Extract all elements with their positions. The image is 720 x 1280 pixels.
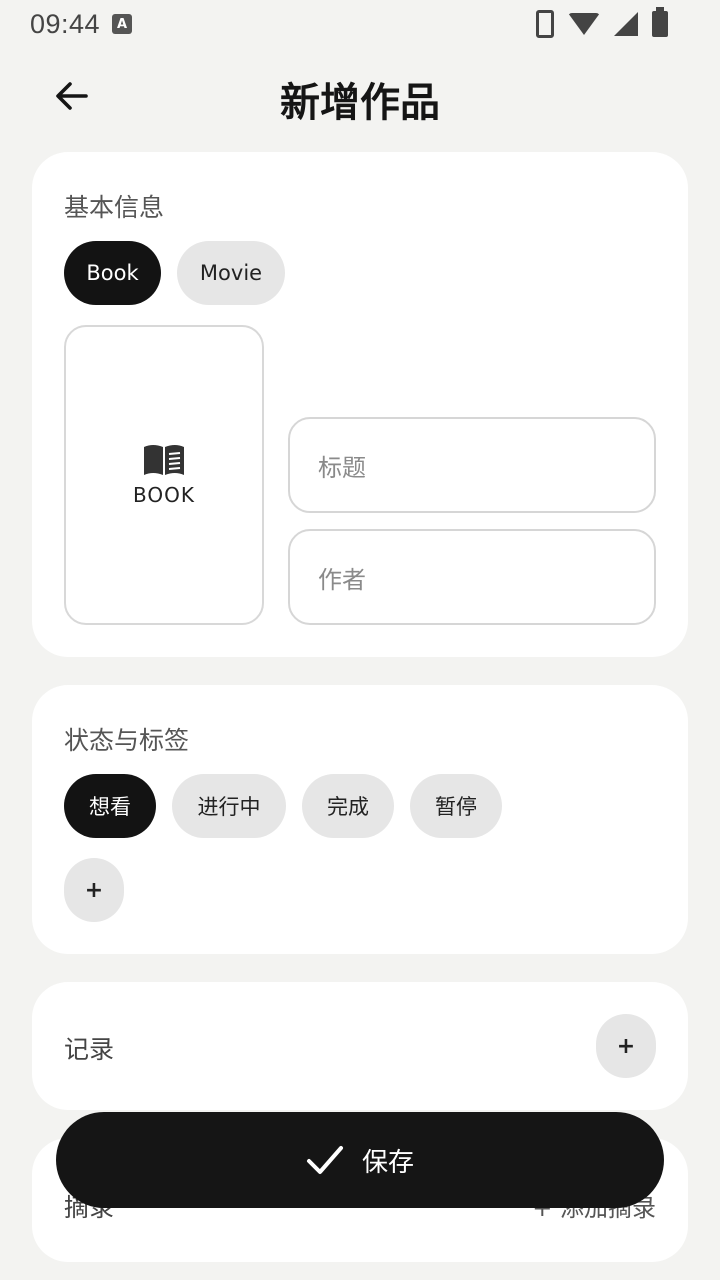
cover-picker[interactable]: BOOK [64,325,264,625]
status-chip-want[interactable]: 想看 [64,774,156,838]
status-chip-done[interactable]: 完成 [302,774,394,838]
save-button-label: 保存 [361,1147,414,1178]
check-icon [306,1146,343,1174]
basic-info-title: 基本信息 [64,193,165,222]
add-tag-button[interactable]: + [64,858,124,922]
title-input[interactable]: 标题 [288,417,656,513]
battery-charging-icon [652,7,668,37]
status-chip-in-progress[interactable]: 进行中 [172,774,286,838]
records-card: 记录 + [32,982,688,1110]
records-label: 记录 [64,1035,115,1064]
type-chip-movie[interactable]: Movie [177,241,285,305]
status-chip-paused[interactable]: 暂停 [410,774,502,838]
status-icons [536,7,668,38]
add-record-button[interactable]: + [596,1014,656,1078]
save-button[interactable]: 保存 [56,1112,664,1208]
cover-type-label: BOOK [133,483,195,507]
wifi-icon [568,13,600,35]
cell-signal-icon [614,12,638,36]
author-input[interactable]: 作者 [288,529,656,625]
app-bar: 新增作品 [0,60,720,136]
type-chip-book[interactable]: Book [64,241,161,305]
status-time: 09:44 [30,8,101,39]
basic-info-card: 基本信息 Book Movie BOOK 标题 作者 [32,152,688,657]
status-bar: 09:44 A [0,0,720,48]
book-icon [144,445,184,475]
status-tags-title: 状态与标签 [64,726,190,755]
phone-icon [536,10,554,38]
page-title: 新增作品 [280,80,440,126]
status-tags-card: 状态与标签 想看 进行中 完成 暂停 + [32,685,688,954]
keyboard-notification-icon: A [112,14,133,34]
